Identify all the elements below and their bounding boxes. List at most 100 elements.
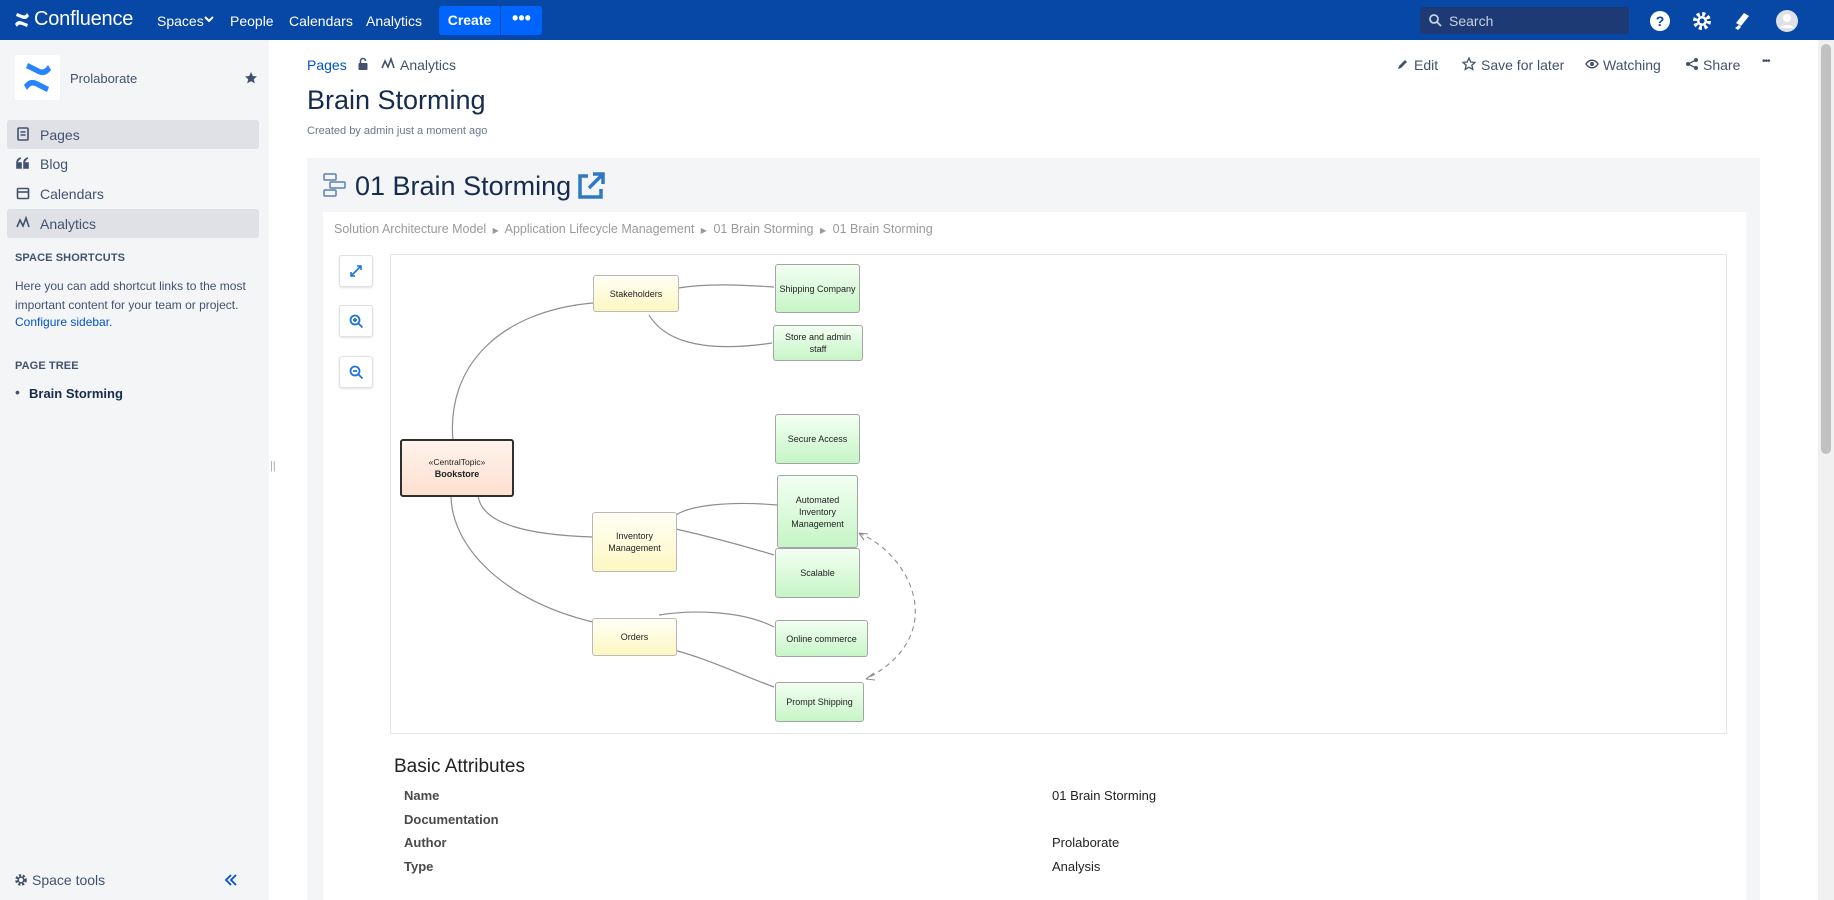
- sidebar-resize-handle[interactable]: ||: [270, 460, 276, 472]
- zoom-in-button[interactable]: [339, 305, 373, 337]
- fullscreen-button[interactable]: [339, 255, 373, 287]
- space-logo-icon: [24, 63, 51, 92]
- space-tools-button[interactable]: Space tools: [32, 872, 105, 888]
- zoom-out-icon: [349, 365, 364, 380]
- top-navigation: Confluence Spaces People Calendars Analy…: [0, 0, 1834, 40]
- diagram-node[interactable]: Orders: [592, 618, 677, 656]
- tree-bullet: •: [15, 384, 20, 400]
- diagram-path-item[interactable]: Application Lifecycle Management: [505, 222, 695, 236]
- nav-calendars[interactable]: Calendars: [289, 13, 353, 29]
- pencil-icon[interactable]: [1396, 58, 1409, 71]
- path-separator: ▶: [819, 226, 827, 235]
- notifications-icon[interactable]: [1733, 10, 1755, 32]
- diagram-title: 01 Brain Storming: [355, 171, 572, 201]
- sidebar-item-calendars[interactable]: Calendars: [7, 179, 259, 208]
- star-icon[interactable]: [244, 71, 258, 85]
- breadcrumb-pages[interactable]: Pages: [307, 57, 347, 73]
- create-button[interactable]: Create: [439, 6, 500, 35]
- gear-icon[interactable]: [1691, 10, 1713, 32]
- attr-key: Name: [404, 788, 440, 803]
- sidebar-item-blog[interactable]: Blog: [7, 149, 259, 178]
- diagram-node[interactable]: Secure Access: [775, 414, 860, 464]
- central-stereotype: «CentralTopic»: [428, 457, 486, 467]
- analytics-icon[interactable]: [381, 57, 395, 71]
- sidebar: Prolaborate Pages Blog Calendars Analyti…: [0, 40, 269, 900]
- attr-value: Analysis: [1052, 859, 1101, 874]
- confluence-logo-icon[interactable]: [14, 12, 30, 28]
- diagram-type-icon: [323, 173, 346, 197]
- edit-button[interactable]: Edit: [1414, 57, 1438, 73]
- external-link-icon[interactable]: [576, 171, 606, 201]
- sidebar-item-pages[interactable]: Pages: [7, 120, 259, 149]
- sidebar-item-label: Blog: [40, 156, 69, 172]
- diagram-node[interactable]: Automated Inventory Management: [777, 475, 858, 548]
- create-more-button[interactable]: •••: [501, 6, 542, 35]
- search-icon: [1429, 14, 1442, 27]
- zoom-out-button[interactable]: [339, 356, 373, 388]
- sidebar-item-label: Analytics: [40, 216, 97, 232]
- space-logo[interactable]: [15, 55, 60, 100]
- configure-sidebar-link[interactable]: Configure sidebar.: [15, 315, 112, 329]
- calendar-icon: [16, 187, 30, 200]
- sidebar-item-analytics[interactable]: Analytics: [7, 209, 259, 238]
- page-title: Brain Storming: [307, 85, 486, 115]
- avatar[interactable]: [1775, 9, 1799, 33]
- shortcuts-heading: SPACE SHORTCUTS: [15, 252, 126, 264]
- search-placeholder: Search: [1449, 13, 1494, 29]
- diagram-node[interactable]: Store and admin staff: [773, 325, 863, 361]
- more-actions-button[interactable]: •••: [1762, 56, 1770, 67]
- collapse-sidebar-icon[interactable]: [224, 874, 238, 886]
- diagram-node[interactable]: Scalable: [775, 548, 860, 598]
- diagram-path-item[interactable]: 01 Brain Storming: [713, 222, 813, 236]
- svg-text:?: ?: [1656, 13, 1665, 29]
- share-button[interactable]: Share: [1703, 57, 1740, 73]
- gear-icon: [15, 874, 27, 886]
- path-separator: ▶: [700, 226, 707, 235]
- share-icon[interactable]: [1685, 57, 1699, 71]
- attr-key: Type: [404, 859, 434, 874]
- scrollbar-thumb[interactable]: [1821, 44, 1831, 454]
- sidebar-item-label: Calendars: [40, 186, 104, 202]
- attr-value: Prolaborate: [1052, 835, 1120, 850]
- page-tree-item[interactable]: Brain Storming: [29, 386, 123, 401]
- diagram-node[interactable]: Stakeholders: [593, 275, 679, 312]
- zoom-in-icon: [349, 314, 364, 329]
- eye-icon[interactable]: [1585, 59, 1599, 69]
- confluence-logo[interactable]: Confluence: [34, 8, 133, 31]
- path-separator: ▶: [492, 226, 499, 235]
- central-node-text: «CentralTopic» Bookstore: [429, 456, 486, 480]
- save-for-later-button[interactable]: Save for later: [1481, 57, 1564, 73]
- search-input[interactable]: Search: [1420, 7, 1629, 34]
- nav-spaces[interactable]: Spaces: [157, 13, 204, 29]
- diagram-node[interactable]: Prompt Shipping: [775, 682, 864, 722]
- analytics-icon: [16, 216, 30, 228]
- space-name[interactable]: Prolaborate: [70, 71, 137, 86]
- diagram-node[interactable]: Online commerce: [775, 620, 868, 657]
- diagram-node-central[interactable]: «CentralTopic» Bookstore: [400, 439, 514, 497]
- central-name: Bookstore: [434, 469, 480, 479]
- nav-people[interactable]: People: [230, 13, 274, 29]
- page-icon: [17, 127, 29, 141]
- attributes-heading: Basic Attributes: [394, 756, 525, 777]
- star-outline-icon[interactable]: [1462, 57, 1476, 71]
- lock-icon[interactable]: [357, 57, 369, 71]
- diagram-breadcrumb: Solution Architecture Model ▶ Applicatio…: [334, 222, 933, 236]
- diagram-path-item[interactable]: 01 Brain Storming: [833, 222, 933, 236]
- chevron-down-icon[interactable]: [204, 16, 214, 24]
- breadcrumb-analytics[interactable]: Analytics: [400, 57, 456, 73]
- attr-key: Documentation: [404, 812, 499, 827]
- diagram-node[interactable]: Shipping Company: [775, 264, 860, 313]
- diagram-node[interactable]: Inventory Management: [592, 512, 677, 572]
- watching-button[interactable]: Watching: [1603, 57, 1661, 73]
- diagram-canvas[interactable]: «CentralTopic» Bookstore Stakeholders In…: [390, 254, 1727, 734]
- page-byline: Created by admin just a moment ago: [307, 125, 488, 137]
- quote-icon: [16, 157, 29, 169]
- shortcuts-text: Here you can add shortcut links to the m…: [15, 279, 246, 312]
- expand-icon: [350, 265, 362, 277]
- page-tree-heading: PAGE TREE: [15, 360, 79, 372]
- attr-value: 01 Brain Storming: [1052, 788, 1157, 803]
- help-icon[interactable]: ?: [1649, 10, 1671, 32]
- nav-analytics[interactable]: Analytics: [366, 13, 422, 29]
- attr-key: Author: [404, 835, 447, 850]
- diagram-path-item[interactable]: Solution Architecture Model: [334, 222, 486, 236]
